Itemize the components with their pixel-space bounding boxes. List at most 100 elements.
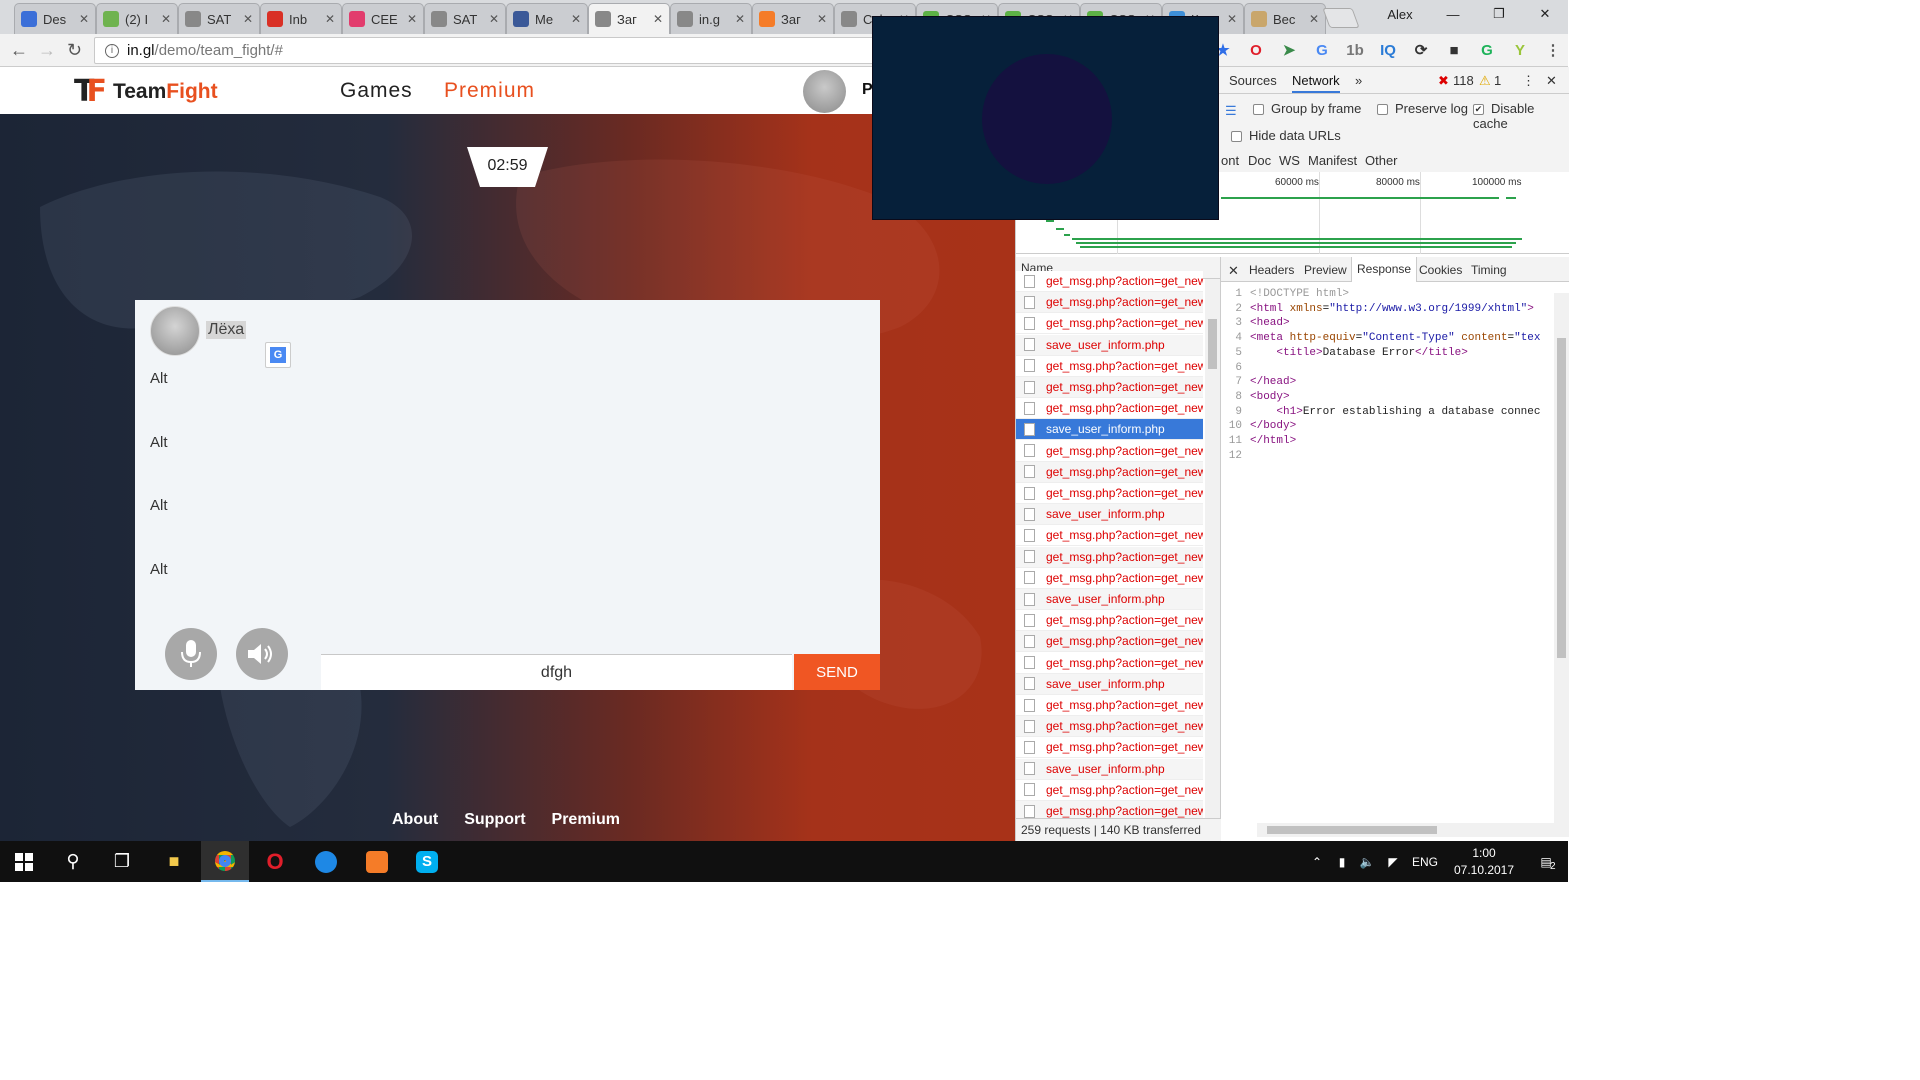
browser-tab[interactable]: Inb ✕ <box>260 3 342 34</box>
iq-icon[interactable]: IQ <box>1377 39 1399 61</box>
hide-data-urls-option[interactable]: Hide data URLs <box>1231 128 1341 143</box>
language-indicator[interactable]: ENG <box>1406 855 1444 869</box>
tab-close-icon[interactable]: ✕ <box>489 12 499 26</box>
forward-icon[interactable]: → <box>38 40 56 61</box>
browser-tab[interactable]: Des ✕ <box>14 3 96 34</box>
request-list-scrollbar[interactable] <box>1205 279 1220 818</box>
back-icon[interactable]: ← <box>10 40 28 61</box>
tab-close-icon[interactable]: ✕ <box>817 12 827 26</box>
chrome-menu-icon[interactable]: ⋮ <box>1542 39 1564 61</box>
request-row[interactable]: get_msg.php?action=get_new <box>1016 461 1203 483</box>
skype-icon[interactable]: S <box>403 841 451 882</box>
tab-close-icon[interactable]: ✕ <box>735 12 745 26</box>
tab-close-icon[interactable]: ✕ <box>325 12 335 26</box>
notification-icon[interactable]: ▤ 2 <box>1524 855 1568 872</box>
browser-tab[interactable]: Вес ✕ <box>1244 3 1326 34</box>
request-row[interactable]: get_msg.php?action=get_new <box>1016 716 1203 738</box>
browser-tab[interactable]: (2) I ✕ <box>96 3 178 34</box>
microphone-button[interactable] <box>165 628 217 680</box>
browser-tab[interactable]: Me ✕ <box>506 3 588 34</box>
request-row[interactable]: get_msg.php?action=get_new <box>1016 779 1203 801</box>
minimize-button[interactable]: — <box>1430 7 1476 22</box>
task-view-icon[interactable]: ❐ <box>98 841 146 882</box>
tab-close-icon[interactable]: ✕ <box>1227 12 1237 26</box>
scrollbar-thumb[interactable] <box>1557 338 1566 658</box>
browser-tab[interactable]: SAT ✕ <box>178 3 260 34</box>
footer-about[interactable]: About <box>392 811 438 829</box>
tab-headers[interactable]: Headers <box>1249 263 1294 277</box>
windows-start-icon[interactable] <box>0 841 48 882</box>
translate-ext-icon[interactable]: G <box>1311 39 1333 61</box>
tab-timing[interactable]: Timing <box>1471 263 1507 277</box>
filter-font[interactable]: ont <box>1221 153 1239 168</box>
tab-close-icon[interactable]: ✕ <box>653 12 663 26</box>
request-row[interactable]: save_user_inform.php <box>1016 758 1203 780</box>
video-overlay-popup[interactable] <box>872 16 1219 220</box>
browser-tab[interactable]: Заг ✕ <box>752 3 834 34</box>
request-row[interactable]: save_user_inform.php <box>1016 334 1203 356</box>
filter-ws[interactable]: WS <box>1279 153 1300 168</box>
grammarly-icon[interactable]: G <box>1476 39 1498 61</box>
nav-premium[interactable]: Premium <box>444 79 535 103</box>
request-row[interactable]: get_msg.php?action=get_new <box>1016 292 1203 314</box>
group-by-frame-option[interactable]: Group by frame <box>1253 101 1361 116</box>
tray-arrow-icon[interactable]: ⌃ <box>1304 855 1330 869</box>
extension-1b-icon[interactable]: 1b <box>1344 39 1366 61</box>
extension-box-icon[interactable]: ■ <box>1443 39 1465 61</box>
tab-cookies[interactable]: Cookies <box>1419 263 1462 277</box>
response-horizontal-scrollbar[interactable] <box>1257 823 1569 837</box>
request-row[interactable]: get_msg.php?action=get_new <box>1016 271 1203 292</box>
browser-tab[interactable]: Заг ✕ <box>588 3 670 34</box>
battery-icon[interactable]: ▮ <box>1330 855 1354 869</box>
checkbox-checked[interactable]: ✔ <box>1473 104 1484 116</box>
address-bar[interactable]: i in.gl/demo/team_fight/# <box>94 37 874 64</box>
tab-response[interactable]: Response <box>1351 257 1418 282</box>
tab-close-icon[interactable]: ✕ <box>571 12 581 26</box>
request-row[interactable]: get_msg.php?action=get_new <box>1016 631 1203 653</box>
request-row[interactable]: get_msg.php?action=get_new <box>1016 313 1203 335</box>
speaker-button[interactable] <box>236 628 288 680</box>
send-button[interactable]: SEND <box>794 654 880 690</box>
clock[interactable]: 1:00 07.10.2017 <box>1444 845 1524 879</box>
app-blue-icon[interactable] <box>302 841 350 882</box>
request-row[interactable]: get_msg.php?action=get_new <box>1016 737 1203 759</box>
request-row[interactable]: get_msg.php?action=get_new <box>1016 695 1203 716</box>
extension-arrow-icon[interactable]: ➤ <box>1278 39 1300 61</box>
message-input[interactable] <box>321 654 792 690</box>
opera-icon[interactable]: O <box>251 841 299 882</box>
scrollbar-thumb[interactable] <box>1208 319 1217 369</box>
warning-count[interactable]: 1 <box>1494 73 1501 88</box>
scrollbar-thumb[interactable] <box>1267 826 1437 834</box>
footer-premium[interactable]: Premium <box>552 811 620 829</box>
request-row[interactable]: get_msg.php?action=get_new <box>1016 546 1203 568</box>
devtools-close-icon[interactable]: ✕ <box>1546 73 1557 89</box>
request-row[interactable]: get_msg.php?action=get_new <box>1016 377 1203 398</box>
search-icon[interactable]: ⚲ <box>49 841 97 882</box>
response-scrollbar[interactable] <box>1554 293 1569 823</box>
request-row[interactable]: get_msg.php?action=get_new <box>1016 801 1203 818</box>
response-source[interactable]: 1 <!DOCTYPE html> 2 <html xmlns="http://www… <box>1221 287 1551 463</box>
extension-y-icon[interactable]: Y <box>1509 39 1531 61</box>
google-translate-button[interactable]: G <box>265 342 291 368</box>
request-row[interactable]: get_msg.php?action=get_new <box>1016 652 1203 674</box>
browser-tab[interactable]: in.g ✕ <box>670 3 752 34</box>
request-row[interactable]: get_msg.php?action=get_new <box>1016 440 1203 462</box>
tab-close-icon[interactable]: ✕ <box>243 12 253 26</box>
tab-close-icon[interactable]: ✕ <box>79 12 89 26</box>
sync-icon[interactable]: ⟳ <box>1410 39 1432 61</box>
close-detail-icon[interactable]: ✕ <box>1228 263 1239 279</box>
opera-ext-icon[interactable]: O <box>1245 39 1267 61</box>
chrome-icon[interactable] <box>201 841 249 882</box>
request-row[interactable]: save_user_inform.php <box>1016 504 1203 526</box>
waterfall-icon[interactable]: ☰ <box>1225 103 1237 119</box>
browser-tab[interactable]: CEE ✕ <box>342 3 424 34</box>
request-row[interactable]: get_msg.php?action=get_new <box>1016 398 1203 420</box>
error-icon[interactable]: ✖ <box>1438 73 1449 89</box>
preserve-log-option[interactable]: Preserve log <box>1377 101 1468 116</box>
xampp-icon[interactable] <box>353 841 401 882</box>
tab-preview[interactable]: Preview <box>1304 263 1347 277</box>
request-row[interactable]: save_user_inform.php <box>1016 589 1203 610</box>
request-row[interactable]: save_user_inform.php <box>1016 419 1203 441</box>
request-row[interactable]: get_msg.php?action=get_new <box>1016 355 1203 377</box>
profile-name[interactable]: Alex <box>1370 7 1430 22</box>
